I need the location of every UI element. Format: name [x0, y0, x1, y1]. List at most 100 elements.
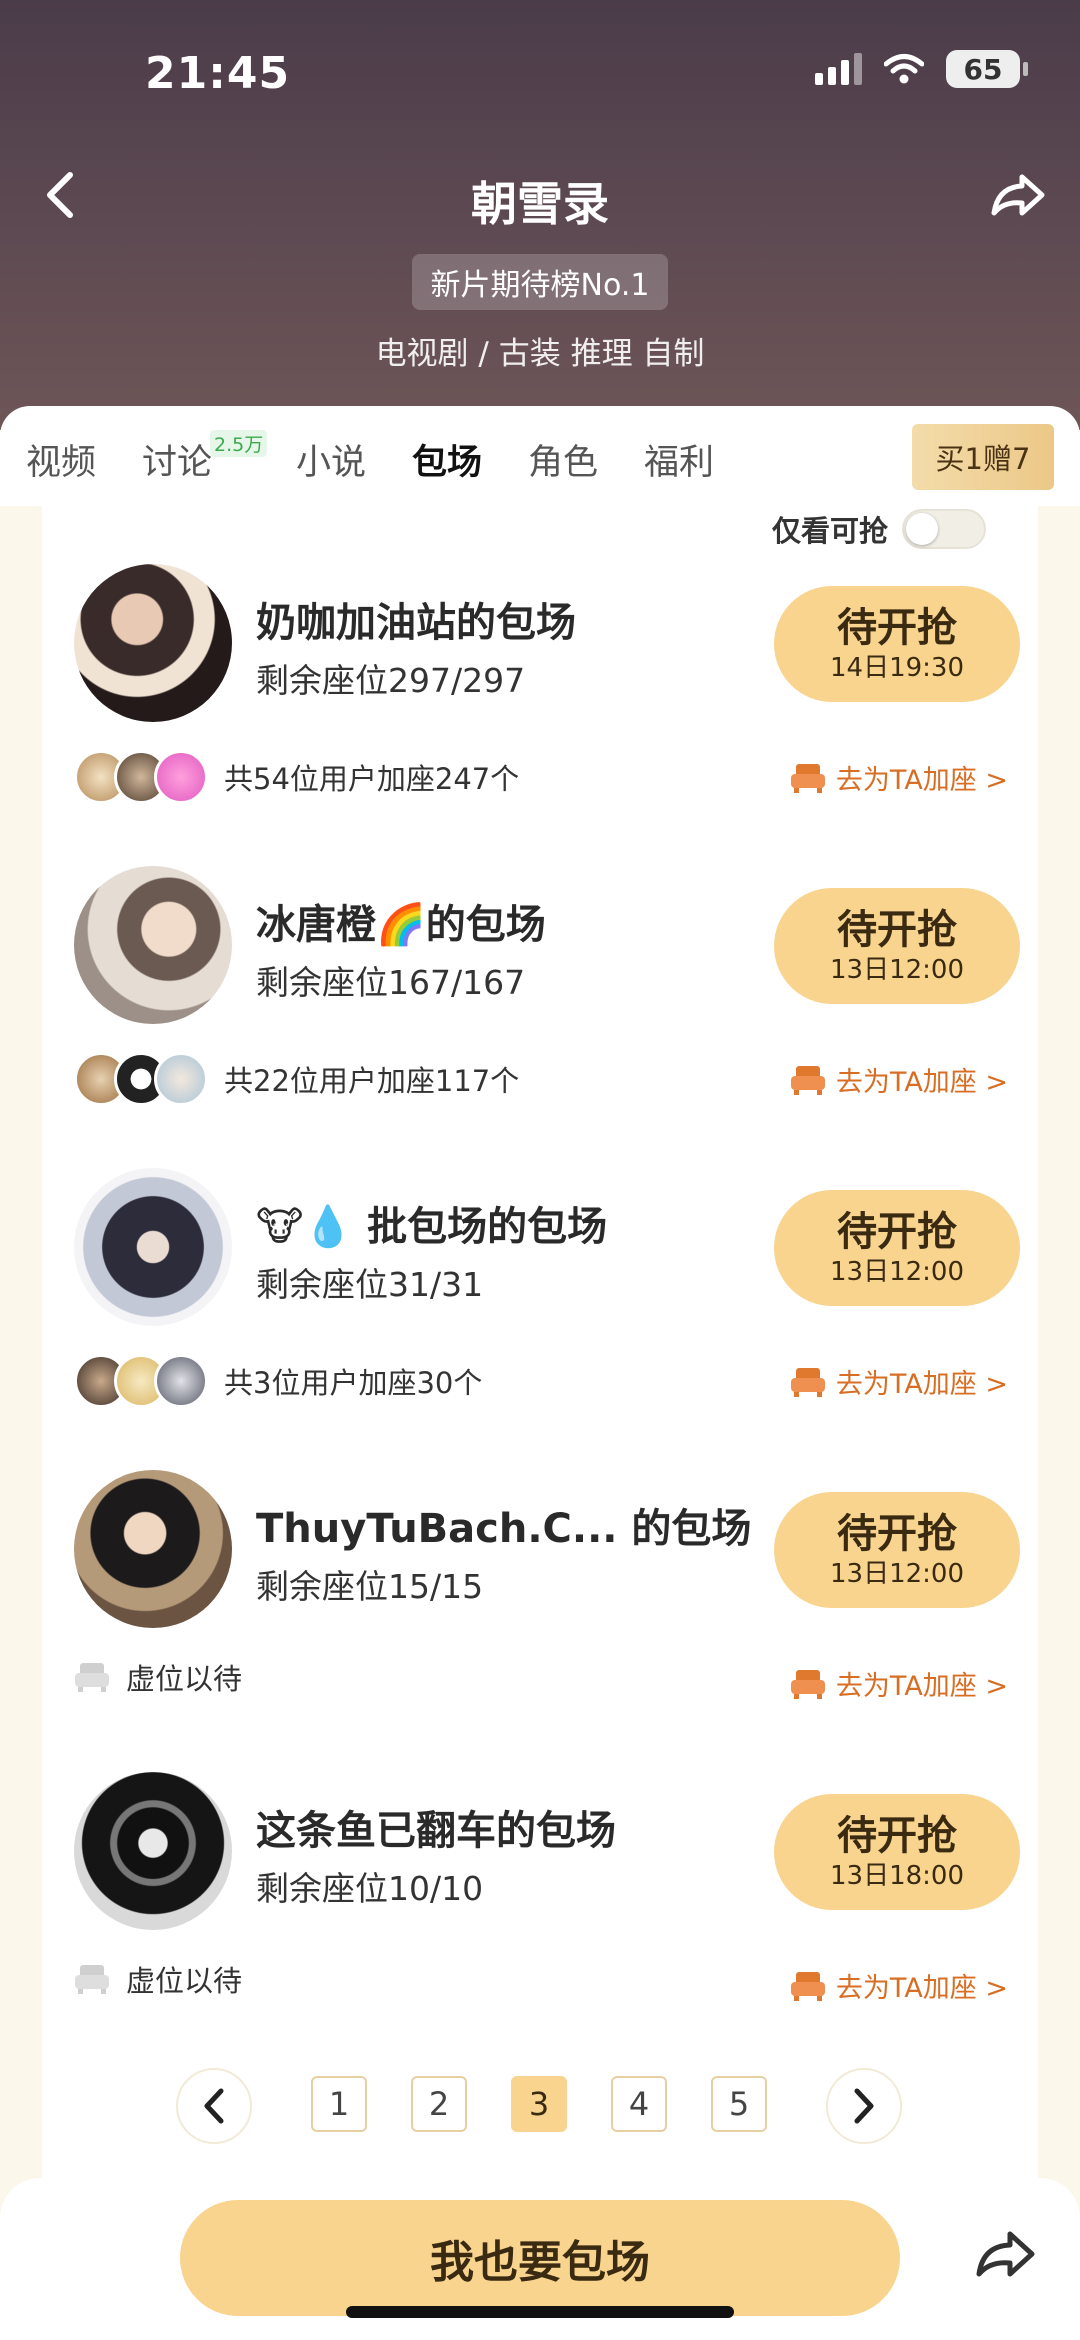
- header: 21:45 65 朝雪录 新片期待榜No.1 电视剧 / 古装 推理 自制: [0, 0, 1080, 430]
- screening-card[interactable]: ThuyTuBach.C... 的包场 剩余座位15/15 待开抢 13日12:…: [42, 1412, 1038, 1714]
- home-indicator: [346, 2306, 734, 2318]
- joined-users-text: 共3位用户加座30个: [224, 1366, 483, 1400]
- card-title: 奶咖加油站的包场: [256, 600, 576, 646]
- remaining-seats: 剩余座位31/31: [256, 1265, 484, 1304]
- host-avatar[interactable]: [74, 1470, 232, 1628]
- grab-button[interactable]: 待开抢 14日19:30: [774, 586, 1020, 702]
- add-seat-text: 去为TA加座 >: [835, 1671, 1008, 1702]
- add-seat-link[interactable]: 去为TA加座 >: [790, 1362, 1008, 1401]
- grab-label: 待开抢: [837, 605, 957, 651]
- tab-welfare[interactable]: 福利: [644, 434, 714, 485]
- grab-label: 待开抢: [837, 1511, 957, 1557]
- tab-characters[interactable]: 角色: [528, 434, 598, 485]
- page-title: 朝雪录: [471, 177, 609, 231]
- page-number[interactable]: 5: [711, 2076, 767, 2132]
- tab-video[interactable]: 视频: [26, 434, 96, 485]
- screening-card[interactable]: 奶咖加油站的包场 剩余座位297/297 待开抢 14日19:30 共54位用户…: [42, 506, 1038, 808]
- page-number[interactable]: 1: [311, 2076, 367, 2132]
- mini-avatar: [154, 1354, 208, 1408]
- grab-time: 13日12:00: [829, 1257, 964, 1287]
- share-icon: [976, 2231, 1035, 2277]
- tab-bar: 视频 讨论 2.5万 小说 包场 角色 福利 买1赠7: [0, 406, 1080, 506]
- mini-avatar: [154, 1052, 208, 1106]
- host-avatar[interactable]: [74, 1168, 232, 1326]
- page-number[interactable]: 2: [411, 2076, 467, 2132]
- status-time: 21:45: [145, 48, 291, 99]
- page-number[interactable]: 4: [611, 2076, 667, 2132]
- empty-seat-icon: [75, 1663, 109, 1692]
- add-seat-text: 去为TA加座 >: [835, 1369, 1008, 1400]
- grab-button[interactable]: 待开抢 13日18:00: [774, 1794, 1020, 1910]
- remaining-seats: 剩余座位10/10: [256, 1869, 484, 1908]
- screening-card[interactable]: 🐮💧 批包场的包场 剩余座位31/31 待开抢 13日12:00 共3位用户加座…: [42, 1110, 1038, 1412]
- card-title: 冰唐橙🌈的包场: [256, 902, 546, 948]
- joined-users-text: 共54位用户加座247个: [224, 762, 520, 796]
- empty-seats-row: 虚位以待: [74, 1656, 242, 1698]
- add-seat-text: 去为TA加座 >: [835, 1973, 1008, 2004]
- add-seat-link[interactable]: 去为TA加座 >: [790, 1664, 1008, 1703]
- grab-time: 14日19:30: [829, 653, 964, 683]
- prev-page-button[interactable]: [176, 2068, 252, 2144]
- card-title: ThuyTuBach.C... 的包场: [256, 1506, 752, 1552]
- grab-time: 13日12:00: [829, 1559, 964, 1589]
- remaining-seats: 剩余座位167/167: [256, 963, 526, 1002]
- host-avatar[interactable]: [74, 1772, 232, 1930]
- share-icon: [991, 174, 1045, 216]
- empty-seats-text: 虚位以待: [126, 1964, 243, 1998]
- seat-icon: [790, 1971, 825, 2001]
- screening-card[interactable]: 冰唐橙🌈的包场 剩余座位167/167 待开抢 13日12:00 共22位用户加…: [42, 808, 1038, 1110]
- add-seat-text: 去为TA加座 >: [835, 765, 1008, 796]
- joined-user-avatars: [74, 1354, 208, 1408]
- add-seat-link[interactable]: 去为TA加座 >: [790, 1966, 1008, 2005]
- grab-button[interactable]: 待开抢 13日12:00: [774, 1190, 1020, 1306]
- rank-badge[interactable]: 新片期待榜No.1: [412, 254, 668, 310]
- screening-list: 仅看可抢 奶咖加油站的包场 剩余座位297/297 待开抢 14日19:30 共…: [42, 506, 1038, 2196]
- joined-user-avatars: [74, 750, 208, 804]
- page-margin-right: [1038, 506, 1080, 2196]
- card-title: 这条鱼已翻车的包场: [256, 1808, 616, 1854]
- host-avatar[interactable]: [74, 866, 232, 1024]
- share-button-bottom[interactable]: [974, 2226, 1044, 2288]
- signal-icon: [815, 53, 862, 85]
- mini-avatar: [154, 750, 208, 804]
- page-margin-left: [0, 506, 42, 2196]
- grab-time: 13日12:00: [829, 955, 964, 985]
- next-page-button[interactable]: [826, 2068, 902, 2144]
- genre-tags: 电视剧 / 古装 推理 自制: [375, 336, 705, 372]
- host-avatar[interactable]: [74, 564, 232, 722]
- seat-icon: [790, 1669, 825, 1699]
- grab-label: 待开抢: [837, 907, 957, 953]
- card-title: 🐮💧 批包场的包场: [256, 1204, 608, 1250]
- page-number-current[interactable]: 3: [511, 2076, 567, 2132]
- grab-button[interactable]: 待开抢 13日12:00: [774, 888, 1020, 1004]
- remaining-seats: 剩余座位15/15: [256, 1567, 484, 1606]
- wifi-icon: [884, 54, 924, 84]
- tab-novel[interactable]: 小说: [296, 434, 366, 485]
- empty-seats-row: 虚位以待: [74, 1958, 242, 2000]
- empty-seat-icon: [75, 1965, 109, 1994]
- status-icons: 65: [815, 50, 1028, 88]
- empty-seats-text: 虚位以待: [126, 1662, 243, 1696]
- chevron-left-icon: [204, 2088, 224, 2124]
- screening-card[interactable]: 这条鱼已翻车的包场 剩余座位10/10 待开抢 13日18:00 虚位以待 去为…: [42, 1714, 1038, 2016]
- add-seat-text: 去为TA加座 >: [835, 1067, 1008, 1098]
- chevron-right-icon: [854, 2088, 874, 2124]
- joined-users-row: 共54位用户加座247个: [74, 750, 519, 804]
- create-screening-button[interactable]: 我也要包场: [180, 2200, 900, 2316]
- battery-icon: 65: [946, 50, 1028, 88]
- grab-label: 待开抢: [837, 1209, 957, 1255]
- joined-users-row: 共22位用户加座117个: [74, 1052, 519, 1106]
- tab-screening[interactable]: 包场: [412, 434, 482, 485]
- tab-discussion[interactable]: 讨论: [142, 434, 212, 485]
- seat-icon: [790, 1367, 825, 1397]
- share-button[interactable]: [986, 165, 1050, 225]
- add-seat-link[interactable]: 去为TA加座 >: [790, 758, 1008, 797]
- pagination: 1 2 3 4 5: [0, 2068, 1080, 2148]
- joined-users-row: 共3位用户加座30个: [74, 1354, 482, 1408]
- buy-promo-button[interactable]: 买1赠7: [912, 424, 1054, 490]
- seat-icon: [790, 1065, 825, 1095]
- joined-user-avatars: [74, 1052, 208, 1106]
- grab-label: 待开抢: [837, 1813, 957, 1859]
- grab-button[interactable]: 待开抢 13日12:00: [774, 1492, 1020, 1608]
- add-seat-link[interactable]: 去为TA加座 >: [790, 1060, 1008, 1099]
